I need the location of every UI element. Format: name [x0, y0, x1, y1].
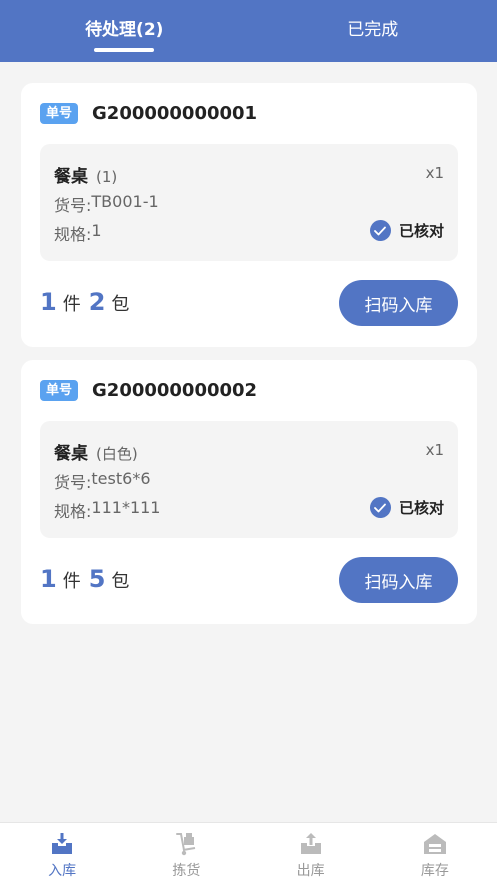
item-variant: (1) — [96, 168, 118, 186]
nav-item-outbound[interactable]: 出库 — [249, 823, 373, 883]
item-sku-label: 货号: — [54, 196, 92, 215]
pieces-count: 1 — [40, 565, 57, 593]
bottom-nav: 入库 拣货 出库 库存 — [0, 822, 497, 883]
nav-item-inbound[interactable]: 入库 — [0, 823, 124, 883]
order-header: 单号 G200000000002 — [40, 380, 257, 401]
active-tab-indicator — [94, 48, 155, 52]
item-detail-box: 餐桌 (1) x1 货号: TB001-1 规格: 1 已核对 — [40, 144, 458, 261]
item-spec: 规格: 111*111 — [54, 498, 160, 522]
warehouse-icon — [423, 834, 446, 854]
order-number-badge: 单号 — [40, 380, 79, 401]
top-tab-bar: 待处理(2) 已完成 — [0, 0, 497, 62]
packages-count: 5 — [88, 565, 106, 593]
item-quantity: x1 — [425, 441, 444, 459]
tab-completed-label: 已完成 — [347, 19, 399, 40]
verified-status: 已核对 — [369, 220, 444, 241]
packages-unit: 包 — [111, 294, 130, 315]
item-quantity: x1 — [425, 164, 444, 182]
scan-inbound-button[interactable]: 扫码入库 — [339, 280, 458, 326]
item-name: 餐桌 — [54, 167, 88, 187]
item-spec: 规格: 1 — [54, 221, 102, 245]
item-variant: (白色) — [96, 445, 138, 463]
order-number: G200000000001 — [92, 103, 258, 124]
item-sku-value: test6*6 — [91, 469, 151, 488]
packages-count: 2 — [88, 288, 106, 316]
pieces-unit: 件 — [62, 294, 81, 315]
verified-label: 已核对 — [398, 499, 444, 517]
package-count: 1 件 2 包 — [40, 288, 137, 316]
item-sku: 货号: TB001-1 — [54, 192, 159, 216]
hand-truck-icon — [176, 833, 196, 856]
item-spec-value: 1 — [91, 221, 102, 240]
nav-label: 库存 — [420, 863, 449, 879]
pieces-count: 1 — [40, 288, 57, 316]
packages-unit: 包 — [111, 571, 130, 592]
nav-item-inventory[interactable]: 库存 — [373, 823, 497, 883]
item-name: 餐桌 — [54, 444, 88, 464]
order-card: 单号 G200000000002 餐桌 (白色) x1 货号: test6*6 … — [21, 360, 477, 624]
nav-item-picking[interactable]: 拣货 — [124, 823, 248, 883]
verified-label: 已核对 — [398, 222, 444, 240]
check-circle-icon — [369, 497, 391, 518]
order-number-badge: 单号 — [40, 103, 79, 124]
nav-label: 出库 — [296, 863, 325, 879]
item-name-row: 餐桌 (白色) — [54, 439, 138, 464]
tab-completed[interactable]: 已完成 — [249, 0, 497, 54]
item-sku-value: TB001-1 — [91, 192, 159, 211]
item-sku: 货号: test6*6 — [54, 469, 151, 493]
order-header: 单号 G200000000001 — [40, 103, 257, 124]
item-spec-label: 规格: — [54, 502, 92, 521]
nav-label: 拣货 — [172, 863, 201, 879]
scan-inbound-button[interactable]: 扫码入库 — [339, 557, 458, 603]
outbox-upload-icon — [300, 833, 321, 854]
tab-pending[interactable]: 待处理(2) — [0, 0, 249, 54]
item-sku-label: 货号: — [54, 473, 92, 492]
nav-label: 入库 — [48, 863, 77, 879]
order-card: 单号 G200000000001 餐桌 (1) x1 货号: TB001-1 规… — [21, 83, 477, 347]
item-spec-label: 规格: — [54, 225, 92, 244]
package-count: 1 件 5 包 — [40, 565, 137, 593]
inbox-download-icon — [52, 833, 73, 854]
tab-pending-label: 待处理(2) — [85, 19, 164, 40]
item-detail-box: 餐桌 (白色) x1 货号: test6*6 规格: 111*111 已核对 — [40, 421, 458, 538]
item-spec-value: 111*111 — [91, 498, 161, 517]
order-number: G200000000002 — [92, 380, 258, 401]
pieces-unit: 件 — [62, 571, 81, 592]
check-circle-icon — [369, 220, 391, 241]
item-name-row: 餐桌 (1) — [54, 162, 117, 187]
verified-status: 已核对 — [369, 497, 444, 518]
